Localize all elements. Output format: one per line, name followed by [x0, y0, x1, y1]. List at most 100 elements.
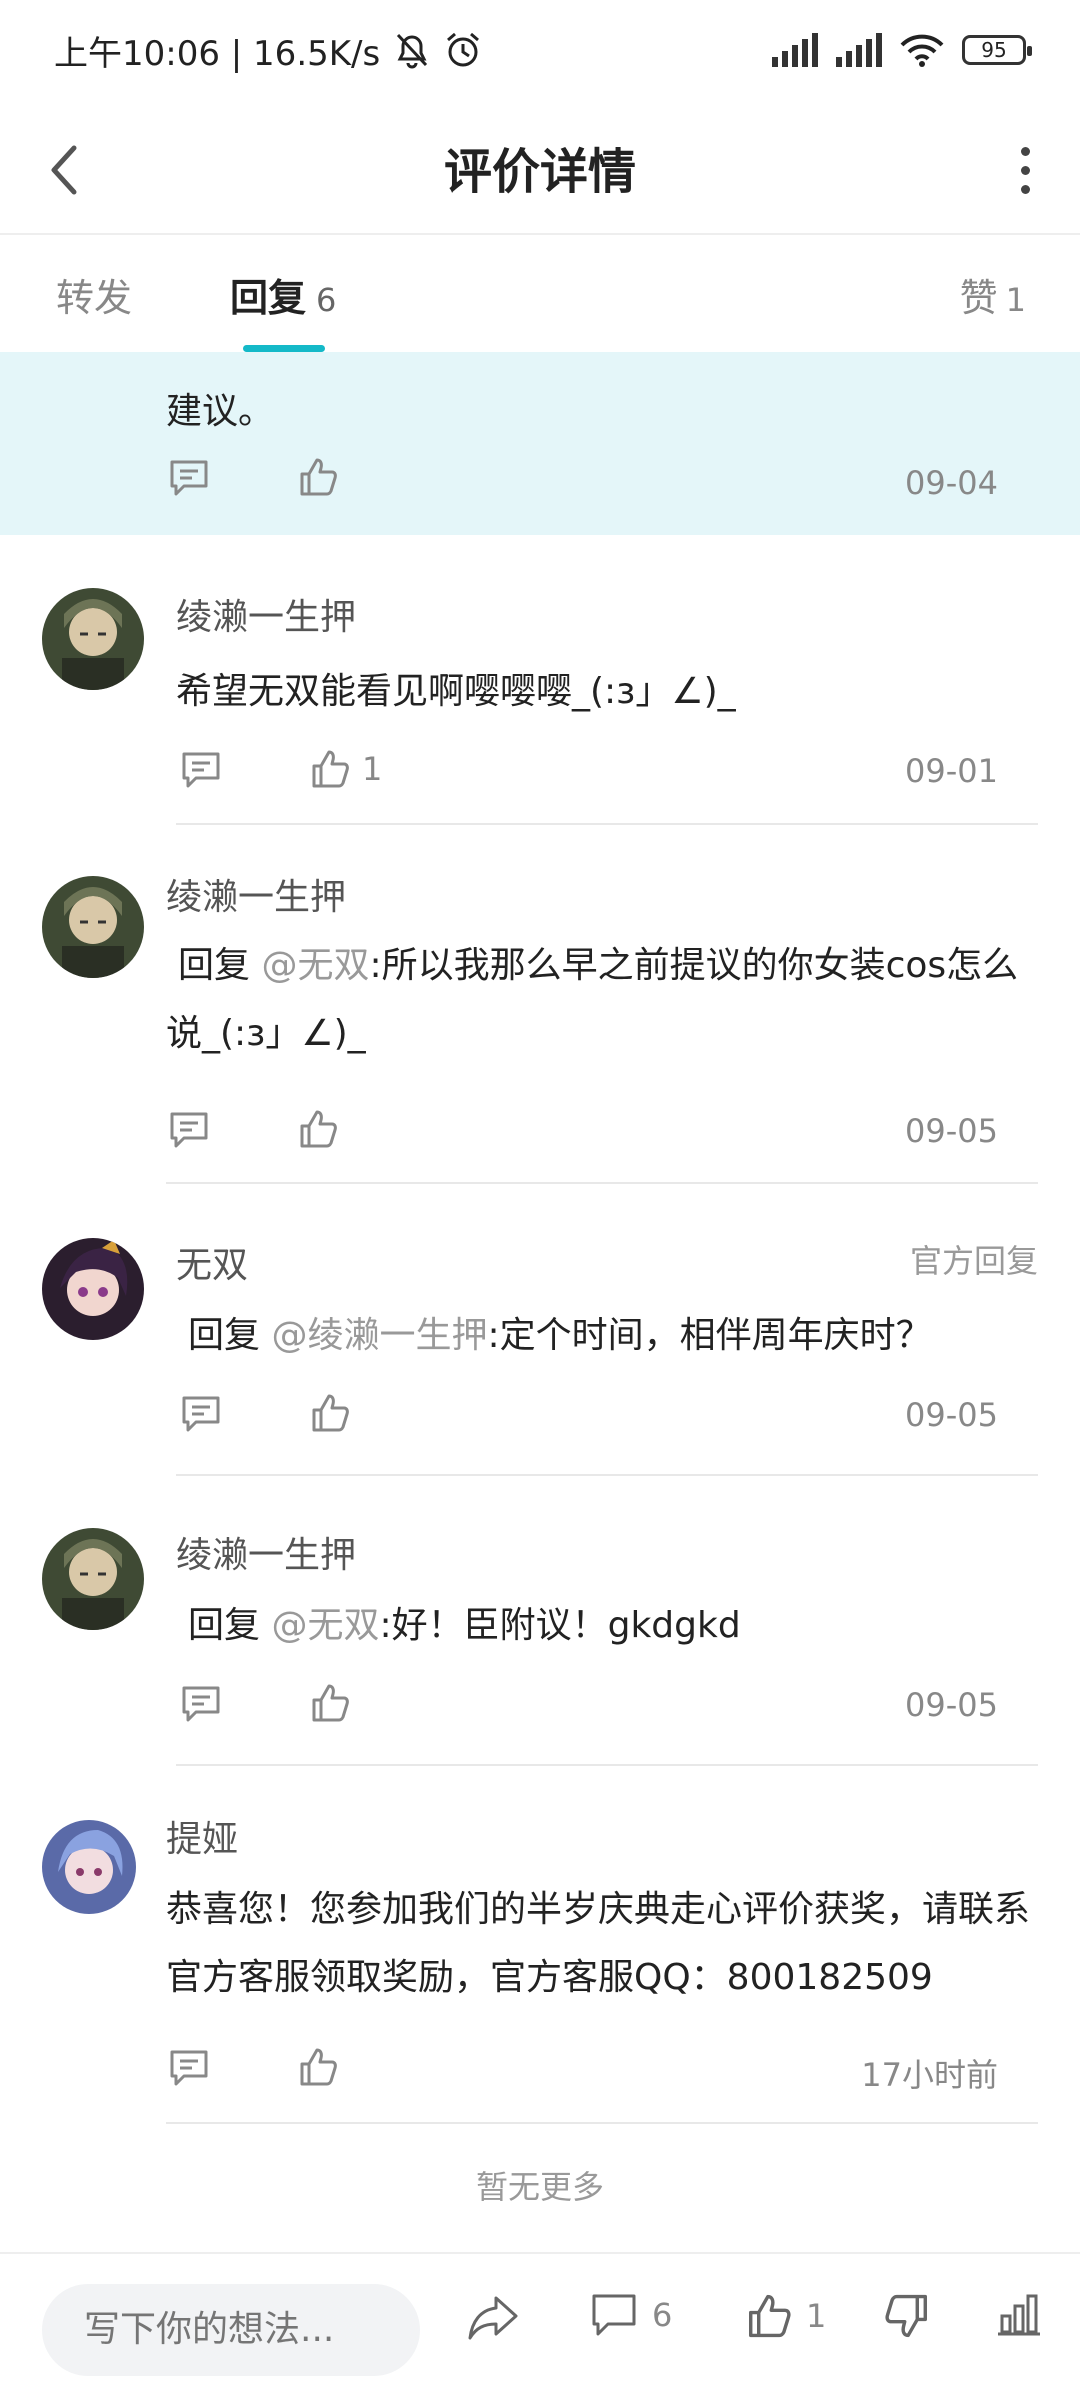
tab-repost[interactable]: 转发: [56, 267, 132, 322]
reply-comment-button[interactable]: [180, 1394, 222, 1434]
comment-icon: [170, 460, 208, 496]
more-options-icon[interactable]: [1010, 135, 1040, 205]
reply-date: 17小时前: [861, 2056, 998, 2094]
reply-prefix: 回复: [188, 1605, 272, 1646]
reply-mention[interactable]: @无双: [261, 945, 369, 986]
avatar[interactable]: [42, 876, 144, 978]
divider: [176, 823, 1038, 825]
reply-text: 希望无双能看见啊嘤嘤嘤_(:з」∠)_: [176, 671, 736, 712]
reply-like-button[interactable]: [298, 456, 338, 498]
reply-date: 09-01: [905, 752, 998, 790]
thumbs-down-icon: [885, 2294, 927, 2338]
reply-comment-button[interactable]: [180, 750, 222, 790]
divider: [176, 1474, 1038, 1476]
reply-content: 希望无双能看见啊嘤嘤嘤_(:з」∠)_: [176, 658, 736, 726]
thumbs-up-icon: [312, 750, 349, 788]
alarm-icon: [447, 32, 480, 67]
thumbs-up-icon: [312, 1684, 349, 1722]
reply-mention[interactable]: @无双: [271, 1605, 379, 1646]
reply-prefix: 回复: [188, 1315, 272, 1356]
tab-reply-count: 6: [316, 281, 337, 319]
reply-author[interactable]: 提娅: [166, 1810, 238, 1862]
reply-content: 回复 @无双:所以我那么早之前提议的你女装cos怎么说_(:з」∠)_: [166, 932, 1046, 1068]
reply-item: 提娅 恭喜您！您参加我们的半岁庆典走心评价获奖，请联系官方客服领取奖励，官方客服…: [0, 1810, 1080, 2130]
reply-text: :定个时间，相伴周年庆时？: [487, 1315, 932, 1356]
tab-like-count: 1: [1005, 281, 1026, 319]
tab-reply-label: 回复: [230, 276, 307, 320]
reply-item: 无双 官方回复 回复 @绫濑一生押:定个时间，相伴周年庆时？ 09-05: [0, 1232, 1080, 1477]
reply-author[interactable]: 绫濑一生押: [176, 588, 356, 640]
like-count: 1: [806, 2297, 827, 2335]
highlighted-reply: 建议。 09-04: [0, 352, 1080, 535]
divider: [166, 2122, 1038, 2124]
tab-repost-label: 转发: [56, 276, 133, 320]
bottom-action-bar: 6 1: [0, 2252, 1080, 2400]
back-arrow-icon[interactable]: [40, 140, 90, 200]
thumbs-up-icon: [300, 458, 337, 496]
bar-chart-icon: [998, 2294, 1040, 2336]
thumbs-up-icon: [312, 1394, 349, 1432]
reply-like-button[interactable]: [298, 2046, 338, 2088]
thumbs-up-icon: [300, 1110, 337, 1148]
reply-content: 回复 @绫濑一生押:定个时间，相伴周年庆时？: [176, 1302, 932, 1370]
avatar[interactable]: [42, 588, 144, 690]
reply-author[interactable]: 绫濑一生押: [176, 1526, 356, 1578]
reply-date: 09-05: [905, 1396, 998, 1434]
avatar[interactable]: [42, 1238, 144, 1340]
comment-icon: [592, 2294, 636, 2336]
reply-prefix: 回复: [178, 945, 262, 986]
reply-item: 绫濑一生押 回复 @无双:所以我那么早之前提议的你女装cos怎么说_(:з」∠)…: [0, 868, 1080, 1184]
status-bar: 上午10:06 | 16.5K/s 95: [0, 0, 1080, 100]
reply-like-button[interactable]: [298, 1108, 338, 1150]
comment-icon: [170, 1112, 208, 1148]
comment-icon: [182, 1396, 220, 1432]
comment-icon: [182, 752, 220, 788]
tab-active-indicator: [243, 345, 325, 352]
like-count-button[interactable]: 1: [746, 2292, 826, 2340]
reply-like-button[interactable]: [310, 1682, 350, 1724]
stats-button[interactable]: [996, 2292, 1042, 2338]
reply-content: 恭喜您！您参加我们的半岁庆典走心评价获奖，请联系官方客服领取奖励，官方客服QQ：…: [166, 1876, 1046, 2012]
tab-like[interactable]: 赞1: [960, 267, 1026, 322]
thumbs-up-icon: [749, 2294, 791, 2338]
reply-like-button[interactable]: 1: [310, 748, 382, 790]
reply-comment-button[interactable]: [168, 2048, 210, 2088]
reply-date: 09-05: [905, 1112, 998, 1150]
comment-count-button[interactable]: 6: [590, 2292, 672, 2338]
bell-off-icon: [397, 33, 428, 69]
status-time: 上午10:06 | 16.5K/s: [54, 33, 381, 74]
official-reply-badge: 官方回复: [909, 1242, 1038, 1280]
share-button[interactable]: [466, 2292, 520, 2342]
reply-author[interactable]: 绫濑一生押: [166, 868, 346, 920]
tab-like-label: 赞: [959, 276, 998, 320]
reply-comment-button[interactable]: [180, 1684, 222, 1724]
tab-reply[interactable]: 回复 6: [230, 267, 336, 322]
battery-level: 95: [981, 38, 1007, 62]
battery-icon: 95: [962, 35, 1032, 65]
reply-item: 绫濑一生押 希望无双能看见啊嘤嘤嘤_(:з」∠)_ 1 09-01: [0, 580, 1080, 825]
reply-content: 建议。: [166, 391, 275, 432]
divider: [166, 1182, 1038, 1184]
reply-comment-button[interactable]: [168, 458, 210, 498]
dislike-button[interactable]: [884, 2292, 930, 2340]
comment-icon: [170, 2050, 208, 2086]
comment-input[interactable]: [42, 2284, 420, 2376]
share-icon: [468, 2296, 518, 2340]
reply-text: :好！臣附议！gkdgkd: [379, 1605, 741, 1646]
avatar[interactable]: [42, 1820, 136, 1914]
reply-item: 绫濑一生押 回复 @无双:好！臣附议！gkdgkd 09-05: [0, 1522, 1080, 1767]
reply-text: 恭喜您！您参加我们的半岁庆典走心评价获奖，请联系官方客服领取奖励，官方客服QQ：…: [166, 1889, 1031, 1998]
signal-icon: [836, 33, 882, 67]
signal-icon: [772, 33, 818, 67]
reply-comment-button[interactable]: [168, 1110, 210, 1150]
wifi-icon: [900, 34, 944, 67]
reply-content: 回复 @无双:好！臣附议！gkdgkd: [176, 1592, 741, 1660]
reply-mention[interactable]: @绫濑一生押: [271, 1315, 487, 1356]
reply-author[interactable]: 无双: [176, 1236, 248, 1288]
divider: [176, 1764, 1038, 1766]
reply-like-button[interactable]: [310, 1392, 350, 1434]
page-title: 评价详情: [443, 143, 636, 200]
comment-icon: [182, 1686, 220, 1722]
avatar[interactable]: [42, 1528, 144, 1630]
reply-like-count: 1: [362, 750, 383, 788]
